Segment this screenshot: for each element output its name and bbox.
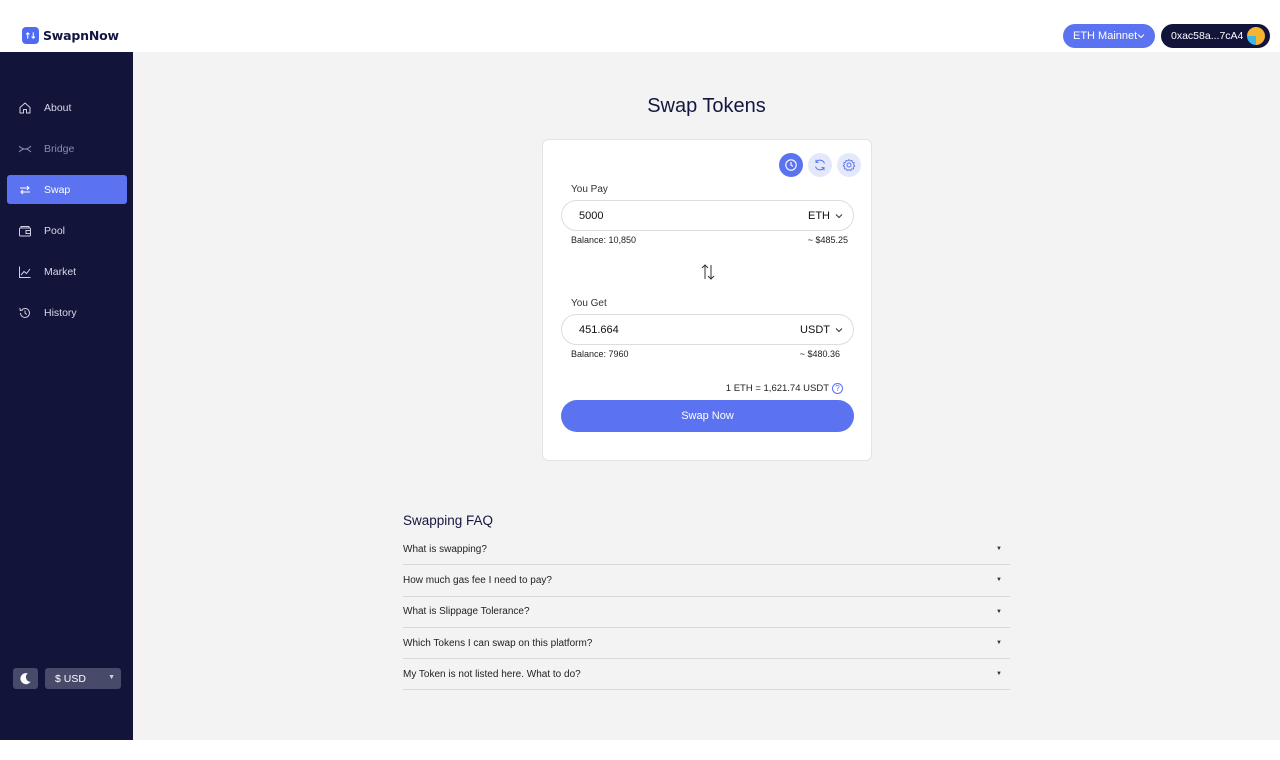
help-icon[interactable]: ? [832,383,843,394]
pay-amount-value: 5000 [579,209,604,222]
faq-question: What is Slippage Tolerance? [403,606,530,618]
caret-down-icon: ▼ [996,546,1002,552]
network-selector[interactable]: ETH Mainnet [1063,24,1155,48]
wallet-icon [18,224,32,238]
faq-section: Swapping FAQ What is swapping? ▼ How muc… [403,513,1010,691]
get-amount-value: 451.664 [579,323,619,336]
get-amount-field[interactable]: 451.664 USDT [561,314,854,345]
pay-amount-field[interactable]: 5000 ETH [561,200,854,231]
caret-down-icon: ▼ [108,674,115,681]
bottom-strip [0,740,1280,760]
refresh-button[interactable] [808,153,832,177]
main-content: Swap Tokens You Pay 5000 ETH Balance: 10… [133,52,1280,740]
swap-arrows-icon [701,264,715,280]
faq-question: Which Tokens I can swap on this platform… [403,637,593,649]
faq-item[interactable]: My Token is not listed here. What to do?… [403,659,1010,691]
bridge-icon [18,142,32,156]
pay-usd-value: ~ $485.25 [807,235,848,245]
sidebar-item-market[interactable]: Market [7,257,127,286]
caret-down-icon: ▼ [996,608,1002,615]
moon-icon [20,673,31,685]
brand-logo[interactable]: SwapnNow [22,27,119,44]
wallet-address: 0xac58a...7cA4 [1171,30,1244,42]
chevron-down-icon [835,214,843,219]
faq-item[interactable]: What is swapping? ▼ [403,534,1010,566]
sidebar-item-label: History [44,306,77,319]
faq-question: My Token is not listed here. What to do? [403,668,581,680]
sidebar-item-swap[interactable]: Swap [7,175,127,204]
get-usd-value: ~ $480.36 [799,349,840,359]
wallet-button[interactable]: 0xac58a...7cA4 [1161,24,1270,48]
sidebar: About Bridge Swap Pool Market History $ … [0,52,133,740]
history-icon [18,306,32,320]
pay-label: You Pay [571,184,608,195]
switch-direction-button[interactable] [698,262,718,282]
settings-icon [842,159,856,172]
swap-card: You Pay 5000 ETH Balance: 10,850 ~ $485.… [542,139,872,461]
brand-name: SwapnNow [43,28,119,43]
sidebar-item-label: Pool [44,224,66,237]
caret-down-icon: ▼ [996,577,1002,584]
refresh-icon [815,159,825,171]
caret-down-icon: ▼ [996,671,1002,678]
top-bar: SwapnNow ETH Mainnet 0xac58a...7cA4 [0,0,1280,52]
network-label: ETH Mainnet [1073,30,1138,42]
pay-token-label: ETH [808,210,830,222]
faq-title: Swapping FAQ [403,513,494,528]
pay-balance: Balance: 10,850 [571,235,637,245]
page-title: Swap Tokens [647,95,766,117]
sidebar-item-label: Swap [44,183,71,196]
exchange-rate: 1 ETH = 1,621.74 USDT ? [726,383,843,394]
swap-now-button[interactable]: Swap Now [561,400,854,432]
sidebar-item-pool[interactable]: Pool [7,216,127,245]
logo-icon [22,27,39,44]
get-label: You Get [571,298,607,309]
currency-selector[interactable]: $ USD ▼ [45,668,121,689]
faq-item[interactable]: Which Tokens I can swap on this platform… [403,628,1010,660]
wallet-avatar [1247,27,1265,45]
sidebar-item-history[interactable]: History [7,298,127,327]
caret-down-icon: ▼ [996,639,1002,646]
sidebar-item-label: Market [44,265,77,278]
sidebar-item-label: Bridge [44,142,75,155]
get-balance: Balance: 7960 [571,349,629,359]
theme-toggle[interactable] [13,668,38,689]
get-token-selector[interactable]: USDT [800,324,843,336]
sidebar-item-label: About [44,101,72,114]
pay-token-selector[interactable]: ETH [808,210,843,222]
sidebar-item-about[interactable]: About [7,93,127,122]
swap-icon [18,183,32,197]
chart-icon [18,265,32,279]
settings-button[interactable] [837,153,861,177]
sidebar-item-bridge[interactable]: Bridge [7,134,127,163]
currency-label: $ USD [55,672,86,685]
chevron-down-icon [835,328,843,333]
chevron-down-icon [1137,34,1145,39]
faq-question: What is swapping? [403,543,487,555]
history-button[interactable] [779,153,803,177]
get-token-label: USDT [800,324,830,336]
faq-item[interactable]: What is Slippage Tolerance? ▼ [403,597,1010,628]
clock-icon [785,159,797,171]
home-icon [18,101,32,115]
exchange-rate-text: 1 ETH = 1,621.74 USDT [725,383,829,394]
faq-item[interactable]: How much gas fee I need to pay? ▼ [403,565,1010,597]
faq-question: How much gas fee I need to pay? [403,574,552,586]
